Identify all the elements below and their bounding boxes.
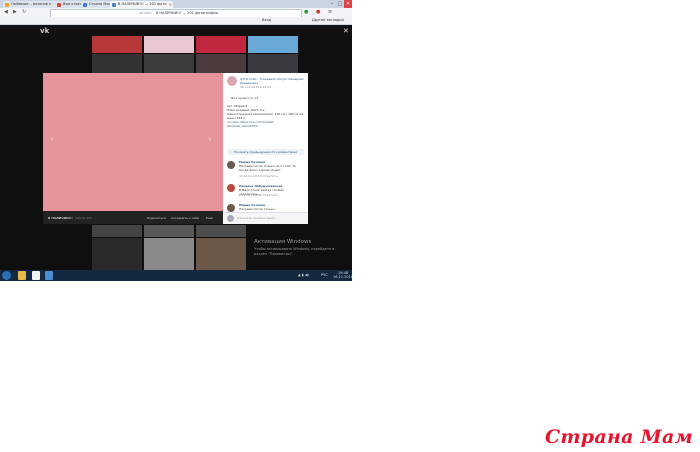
tab-favicon-icon bbox=[57, 3, 61, 7]
thumbnail[interactable] bbox=[92, 36, 142, 53]
thumbnail[interactable] bbox=[92, 238, 142, 270]
extension-icon[interactable]: ● bbox=[304, 9, 308, 16]
tab-favicon-icon bbox=[112, 3, 116, 7]
heart-icon: ♡ bbox=[227, 96, 230, 100]
maximize-button[interactable]: □ bbox=[336, 0, 344, 8]
other-bookmarks[interactable]: Другие закладки bbox=[312, 18, 344, 23]
photo-bottom-bar: В НАЛИЧИИ!!! 134 из 201 Поделиться Сохра… bbox=[43, 211, 223, 224]
photo-index: 134 из 201 bbox=[75, 216, 92, 220]
back-icon[interactable]: ◀ bbox=[4, 9, 8, 16]
comment-text: Нагреем после только на 1 слой. То Когда… bbox=[239, 164, 297, 172]
close-tab-icon[interactable]: × bbox=[169, 1, 172, 8]
tray-icons[interactable]: ▲ ▮ ◀) bbox=[298, 273, 309, 277]
tab-active[interactable]: В НАЛИЧИИ!!! — 201 фото × bbox=[110, 1, 173, 8]
comment-meta[interactable]: 15 ноя в 20:08 Ответить bbox=[239, 193, 278, 197]
yandex-browser-icon[interactable] bbox=[32, 271, 40, 280]
avatar[interactable] bbox=[227, 184, 235, 192]
more-button[interactable]: Ещё bbox=[206, 216, 213, 220]
taskbar: ▲ ▮ ◀) РУС 19:48 16.11.2018 bbox=[0, 270, 353, 281]
post-date: 16 ноя 2018 в 19:01 bbox=[240, 85, 272, 89]
url-domain: vk.com bbox=[139, 11, 152, 15]
show-previous-comments[interactable]: Показать предыдущие 24 комментария bbox=[227, 149, 304, 155]
thumbnail[interactable] bbox=[196, 36, 246, 53]
tab-favicon-icon bbox=[83, 3, 87, 7]
author-link[interactable]: ОЛ Уголёк - Тканевая/торгует Кемерово (К… bbox=[240, 77, 304, 85]
close-window-button[interactable]: ✕ bbox=[344, 0, 352, 8]
activation-title: Активация Windows bbox=[254, 239, 312, 245]
thumbnail[interactable] bbox=[196, 238, 246, 270]
minimize-button[interactable]: – bbox=[328, 0, 336, 8]
album-name[interactable]: В НАЛИЧИИ!!! bbox=[48, 216, 73, 220]
bookmarks-bar bbox=[0, 17, 352, 25]
avatar[interactable] bbox=[227, 161, 235, 169]
tab-bar: Любимые... вязание к Вам ответ... Страна… bbox=[0, 0, 352, 8]
thumbnail[interactable] bbox=[144, 225, 194, 237]
language-indicator[interactable]: РУС bbox=[321, 273, 328, 277]
thumbnail[interactable] bbox=[196, 54, 246, 73]
save-button[interactable]: Сохранить к себе bbox=[171, 216, 199, 220]
thumbnail[interactable] bbox=[248, 54, 298, 73]
tab-favicon-icon bbox=[5, 3, 9, 7]
prev-photo-icon[interactable]: ‹ bbox=[50, 135, 54, 145]
thumbnail[interactable] bbox=[92, 225, 142, 237]
explorer-icon[interactable] bbox=[18, 271, 26, 280]
bookmark-item[interactable]: Вход bbox=[262, 18, 271, 23]
close-viewer-icon[interactable]: ✕ bbox=[343, 27, 349, 35]
reload-icon[interactable]: ↻ bbox=[22, 9, 26, 16]
next-photo-icon[interactable]: › bbox=[208, 135, 212, 145]
photo-info-panel: ОЛ Уголёк - Тканевая/торгует Кемерово (К… bbox=[223, 73, 308, 224]
vk-logo-icon[interactable]: vk bbox=[40, 27, 49, 35]
share-button[interactable]: Поделиться bbox=[147, 216, 166, 220]
extension-icon[interactable]: ● bbox=[316, 9, 320, 16]
clock[interactable]: 19:48 16.11.2018 bbox=[333, 271, 353, 279]
forward-icon[interactable]: ▶ bbox=[13, 9, 17, 16]
thumbnail[interactable] bbox=[248, 36, 298, 53]
menu-icon[interactable]: ≡ bbox=[328, 9, 332, 16]
thumbnail[interactable] bbox=[144, 238, 194, 270]
thumbnail[interactable] bbox=[92, 54, 142, 73]
window-controls: – □ ✕ bbox=[328, 0, 700, 8]
likes-count[interactable]: ♡ Мне нравится: 14 bbox=[227, 96, 258, 100]
thumbnail[interactable] bbox=[144, 36, 194, 53]
comment-form: Написать комментарий... bbox=[223, 212, 308, 224]
avatar[interactable] bbox=[227, 204, 235, 212]
photo-description: арт. Мария 8 Флис розовый 100% п.э. Одно… bbox=[227, 104, 304, 128]
app-icon[interactable] bbox=[45, 271, 53, 280]
thumbnail[interactable] bbox=[144, 54, 194, 73]
thumbnail[interactable] bbox=[196, 225, 246, 237]
comment-input[interactable]: Написать комментарий... bbox=[237, 216, 303, 220]
fleece-photo[interactable] bbox=[43, 73, 223, 211]
comment-meta[interactable]: 15 ноя в 22:13 Ответить bbox=[239, 174, 278, 178]
avatar[interactable] bbox=[227, 76, 237, 86]
strana-mam-logo: Страна Мам bbox=[544, 426, 693, 448]
activation-text: Чтобы активировать Windows, перейдите в … bbox=[254, 247, 335, 256]
start-button-icon[interactable] bbox=[2, 271, 11, 280]
tab-1[interactable]: Любимые... вязание к bbox=[3, 1, 61, 8]
url-text: В НАЛИЧИИ!!! — 201 фотография bbox=[155, 11, 218, 15]
comment-text: Нагреем после только... bbox=[239, 207, 278, 211]
avatar bbox=[227, 215, 234, 222]
